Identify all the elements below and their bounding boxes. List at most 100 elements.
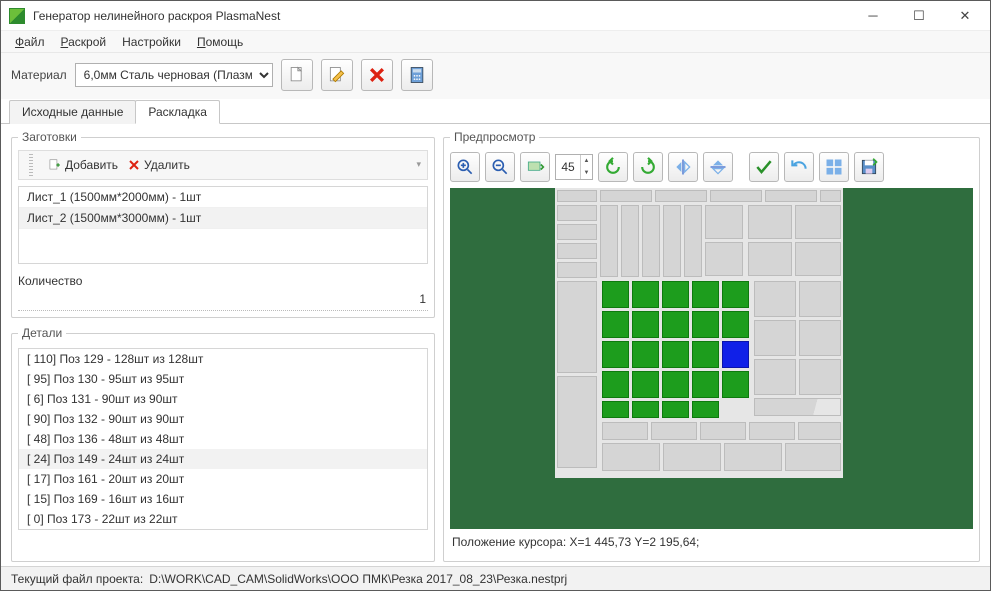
x-red-icon [128,159,140,171]
main-window: Генератор нелинейного раскроя PlasmaNest… [0,0,991,591]
list-item[interactable]: [ 110] Поз 129 - 128шт из 128шт [19,349,427,369]
spin-up-icon[interactable]: ▲ [581,155,592,167]
nested-part [799,281,841,317]
spin-down-icon[interactable]: ▼ [581,167,592,179]
menu-help[interactable]: Помощь [191,33,249,51]
nested-part [602,341,629,368]
nested-part [765,190,817,202]
toolbar-overflow-icon[interactable]: ▾ [416,159,421,170]
list-item[interactable]: Лист_1 (1500мм*2000мм) - 1шт [19,187,427,208]
tab-source-data[interactable]: Исходные данные [9,100,136,124]
nested-part [662,401,689,418]
nested-part [632,311,659,338]
delete-button[interactable] [361,59,393,91]
calc-button[interactable] [401,59,433,91]
nested-part [662,311,689,338]
nested-part [557,243,597,259]
nested-part [557,262,597,278]
nested-part [621,205,639,277]
nested-part [557,376,597,468]
nested-part [748,242,792,276]
nested-part [705,205,743,239]
menu-cut[interactable]: Раскрой [55,33,113,51]
undo-button[interactable] [784,152,814,182]
nested-part [663,443,721,471]
nested-part [662,371,689,398]
nested-part [795,242,841,276]
nested-part [724,443,782,471]
grid-button[interactable] [819,152,849,182]
nested-part [602,311,629,338]
quantity-field: Количество [18,274,428,311]
nested-part [749,422,795,440]
details-list[interactable]: [ 110] Поз 129 - 128шт из 128шт [ 95] По… [18,348,428,530]
zoom-in-button[interactable] [450,152,480,182]
nested-part [820,190,841,202]
main-toolbar: Материал 6,0мм Сталь черновая (Плазма) [1,53,990,99]
list-item[interactable]: [ 48] Поз 136 - 48шт из 48шт [19,429,427,449]
rotate-cw-button[interactable] [633,152,663,182]
zoom-out-button[interactable] [485,152,515,182]
menu-settings-label: Настройки [122,35,181,49]
nested-part [722,311,749,338]
edit-doc-button[interactable] [321,59,353,91]
nested-part [798,422,841,440]
nested-part [602,401,629,418]
minimize-button[interactable]: ─ [850,1,896,31]
material-label: Материал [11,68,67,82]
nested-part [785,443,841,471]
nested-part [799,320,841,356]
nested-part [557,205,597,221]
tab-strip: Исходные данные Раскладка [1,99,990,124]
blanks-list[interactable]: Лист_1 (1500мм*2000мм) - 1шт Лист_2 (150… [18,186,428,264]
nesting-canvas[interactable]: /* decorative shapes drawn below via sta… [450,188,973,529]
nested-part [602,371,629,398]
save-button[interactable] [854,152,884,182]
nested-part [662,281,689,308]
nested-part [692,401,719,418]
flip-horizontal-button[interactable] [668,152,698,182]
list-item[interactable]: [ 17] Поз 161 - 20шт из 20шт [19,469,427,489]
details-group: Детали [ 110] Поз 129 - 128шт из 128шт [… [11,326,435,562]
close-button[interactable]: ✕ [942,1,988,31]
nested-part [602,422,648,440]
nested-part [754,398,841,416]
list-item[interactable]: [ 15] Поз 169 - 16шт из 16шт [19,489,427,509]
list-item[interactable]: [ 6] Поз 131 - 90шт из 90шт [19,389,427,409]
zoom-value-input[interactable] [556,160,580,174]
menu-file[interactable]: Файл [9,33,51,51]
blanks-toolbar: Добавить Удалить ▾ [18,150,428,180]
maximize-button[interactable]: ☐ [896,1,942,31]
nested-part [692,281,719,308]
tab-layout[interactable]: Раскладка [135,100,220,124]
list-item[interactable]: [ 90] Поз 132 - 90шт из 90шт [19,409,427,429]
material-select[interactable]: 6,0мм Сталь черновая (Плазма) [75,63,273,87]
delete-blank-button[interactable]: Удалить [128,158,190,172]
menu-settings[interactable]: Настройки [116,33,187,51]
nested-part [710,190,762,202]
nested-part [632,371,659,398]
zoom-fit-button[interactable] [520,152,550,182]
menu-bar: Файл Раскрой Настройки Помощь [1,31,990,53]
quantity-input[interactable] [18,288,428,311]
window-title: Генератор нелинейного раскроя PlasmaNest [31,9,850,23]
left-pane: Заготовки Добавить Удалить ▾ Лист_1 (150… [11,130,435,562]
nested-part [754,281,796,317]
nested-part [632,401,659,418]
nested-part [557,224,597,240]
zoom-spinner[interactable]: ▲▼ [555,154,593,180]
list-item[interactable]: [ 24] Поз 149 - 24шт из 24шт [19,449,427,469]
list-item[interactable]: Лист_2 (1500мм*3000мм) - 1шт [19,208,427,229]
new-doc-button[interactable] [281,59,313,91]
flip-vertical-button[interactable] [703,152,733,182]
accept-button[interactable] [749,152,779,182]
document-plus-icon [47,158,61,172]
nested-part [602,281,629,308]
list-item[interactable]: [ 95] Поз 130 - 95шт из 95шт [19,369,427,389]
status-path: D:\WORK\CAD_CAM\SolidWorks\ООО ПМК\Резка… [149,572,567,586]
nested-part [692,311,719,338]
nested-part-selected [722,341,749,368]
list-item[interactable]: [ 0] Поз 173 - 22шт из 22шт [19,509,427,529]
add-blank-button[interactable]: Добавить [47,158,118,172]
rotate-ccw-button[interactable] [598,152,628,182]
